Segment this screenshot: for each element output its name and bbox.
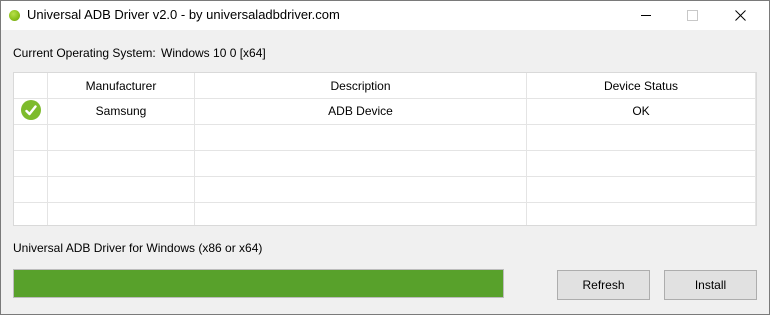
window-title: Universal ADB Driver v2.0 - by universal… [27,7,340,22]
cell-device-status: OK [632,104,650,118]
progress-bar [13,269,504,298]
grid-divider [14,176,756,177]
os-label: Current Operating System: [13,46,156,60]
device-table[interactable]: Manufacturer Description Device Status S… [13,72,757,226]
refresh-button[interactable]: Refresh [557,270,650,300]
grid-divider [14,202,756,203]
app-icon [9,10,20,21]
close-icon [734,10,746,21]
column-header-manufacturer[interactable]: Manufacturer [48,73,194,99]
progress-fill [14,270,503,297]
app-window: Universal ADB Driver v2.0 - by universal… [0,0,770,315]
os-value: Windows 10 0 [x64] [161,46,266,60]
column-header-device-status[interactable]: Device Status [527,73,755,99]
minimize-button[interactable] [623,1,669,30]
install-button[interactable]: Install [664,270,757,300]
close-button[interactable] [717,1,763,30]
driver-label: Universal ADB Driver for Windows (x86 or… [13,241,263,255]
title-bar[interactable]: Universal ADB Driver v2.0 - by universal… [1,1,769,30]
cell-manufacturer: Samsung [95,104,147,118]
cell-description: ADB Device [328,104,393,118]
maximize-button [669,1,715,30]
maximize-icon [686,10,698,21]
check-icon [21,100,41,120]
column-header-description[interactable]: Description [195,73,526,99]
grid-divider [14,150,756,151]
minimize-icon [641,15,651,16]
grid-divider [755,73,756,225]
grid-divider [14,124,756,125]
